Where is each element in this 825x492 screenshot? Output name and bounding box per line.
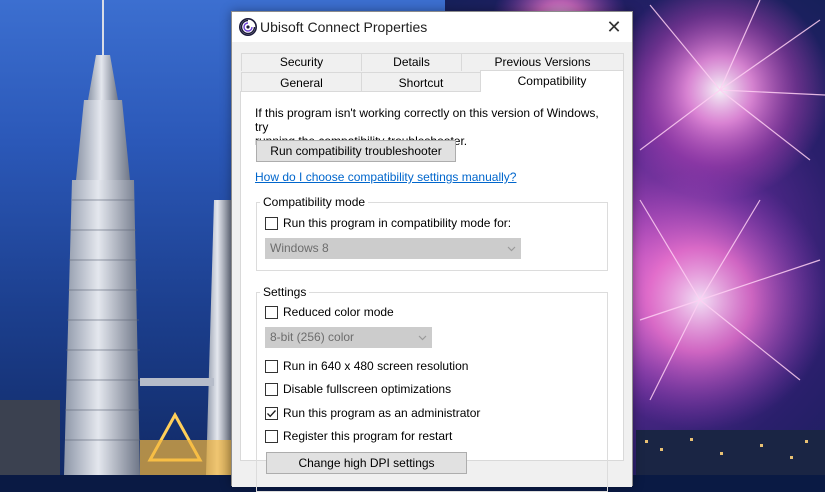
disable-fullscreen-checkbox[interactable]	[265, 382, 278, 396]
tab-label: General	[280, 76, 323, 90]
run-as-admin-label: Run this program as an administrator	[283, 406, 481, 420]
tab-security[interactable]: Security	[241, 53, 362, 71]
help-link[interactable]: How do I choose compatibility settings m…	[255, 170, 516, 184]
window-title: Ubisoft Connect Properties	[260, 19, 428, 35]
res-640-row[interactable]: Run in 640 x 480 screen resolution	[265, 358, 468, 374]
disable-fullscreen-label: Disable fullscreen optimizations	[283, 382, 452, 396]
change-dpi-button[interactable]: Change high DPI settings	[266, 452, 467, 474]
register-restart-checkbox[interactable]	[265, 429, 278, 443]
register-restart-label: Register this program for restart	[283, 429, 453, 443]
reduced-color-label: Reduced color mode	[283, 305, 394, 319]
reduced-color-checkbox[interactable]	[265, 305, 278, 319]
tab-general[interactable]: General	[241, 72, 362, 92]
res-640-label: Run in 640 x 480 screen resolution	[283, 359, 469, 373]
compat-mode-checkbox-row[interactable]: Run this program in compatibility mode f…	[265, 215, 511, 231]
tab-label: Shortcut	[398, 76, 444, 90]
disable-fullscreen-row[interactable]: Disable fullscreen optimizations	[265, 381, 451, 397]
tab-label: Details	[393, 55, 430, 69]
tab-compatibility[interactable]: Compatibility	[480, 70, 624, 92]
register-restart-row[interactable]: Register this program for restart	[265, 428, 452, 444]
intro-line-1: If this program isn't working correctly …	[255, 106, 599, 134]
run-as-admin-row[interactable]: Run this program as an administrator	[265, 405, 480, 421]
tab-shortcut[interactable]: Shortcut	[361, 72, 481, 92]
color-depth-select: 8-bit (256) color	[265, 327, 432, 348]
compatibility-panel: If this program isn't working correctly …	[240, 91, 624, 492]
group-title: Settings	[260, 285, 310, 299]
compat-mode-label: Run this program in compatibility mode f…	[283, 216, 512, 230]
checkmark-icon	[267, 409, 276, 417]
tab-label: Security	[279, 55, 324, 69]
petronas-towers-image	[0, 0, 231, 475]
compatibility-mode-group: Compatibility mode Run this program in c…	[256, 195, 608, 271]
tab-label: Compatibility	[517, 74, 587, 88]
group-title: Compatibility mode	[260, 195, 369, 209]
properties-dialog: Ubisoft Connect Properties ✕ Security De…	[231, 11, 633, 492]
tab-previous-versions[interactable]: Previous Versions	[461, 53, 624, 71]
os-version-select: Windows 8	[265, 238, 521, 259]
res-640-checkbox[interactable]	[265, 359, 278, 373]
reduced-color-row[interactable]: Reduced color mode	[265, 304, 394, 320]
title-bar[interactable]: Ubisoft Connect Properties ✕	[232, 12, 632, 42]
ubisoft-swirl-icon	[239, 18, 257, 36]
settings-group: Settings Reduced color mode 8-bit (256) …	[256, 285, 608, 492]
dialog-client-area: Security Details Previous Versions Gener…	[232, 42, 632, 492]
tab-label: Previous Versions	[494, 55, 591, 69]
close-button[interactable]: ✕	[596, 12, 632, 42]
compat-mode-checkbox[interactable]	[265, 216, 278, 230]
color-depth-value: 8-bit (256) color	[270, 330, 355, 344]
close-icon: ✕	[606, 16, 622, 37]
tab-details[interactable]: Details	[361, 53, 462, 71]
run-troubleshooter-button[interactable]: Run compatibility troubleshooter	[256, 140, 456, 162]
chevron-down-icon	[507, 246, 516, 252]
run-as-admin-checkbox[interactable]	[265, 406, 278, 420]
chevron-down-icon	[418, 335, 427, 341]
os-version-value: Windows 8	[270, 241, 329, 255]
